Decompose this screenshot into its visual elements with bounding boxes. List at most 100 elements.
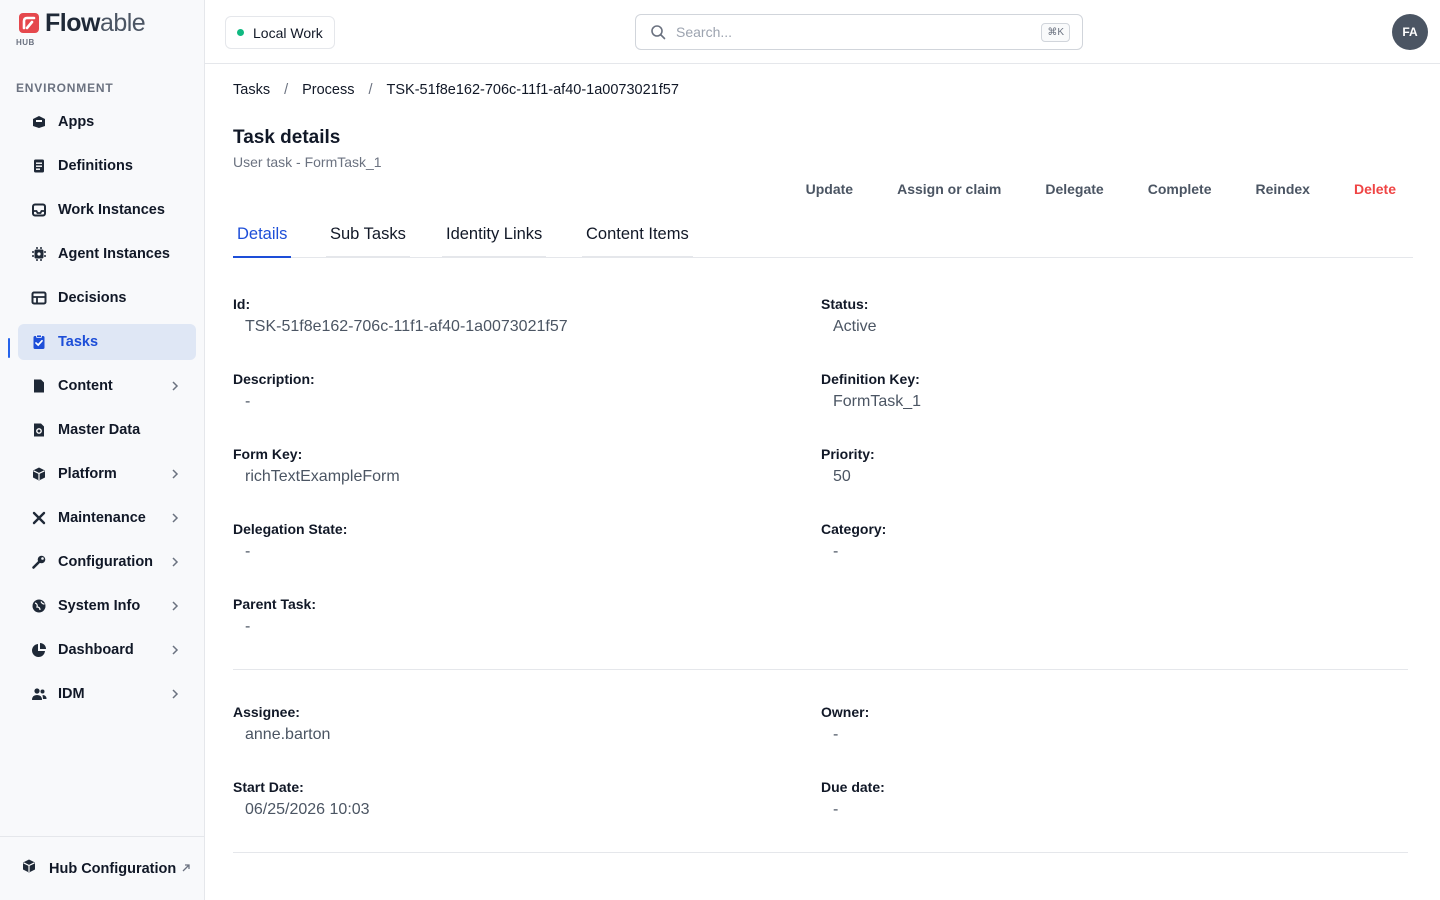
chevron-right-icon: [172, 689, 179, 699]
breadcrumb-current: TSK-51f8e162-706c-11f1-af40-1a0073021f57: [386, 82, 679, 98]
sidebar-item-label: IDM: [58, 686, 85, 702]
assign-or-claim-button[interactable]: Assign or claim: [875, 181, 1023, 197]
field-label: Due date:: [821, 779, 885, 795]
topbar: Local Work Search... ⌘K FA: [205, 0, 1440, 64]
sidebar-item-idm[interactable]: IDM: [18, 676, 196, 712]
sidebar-item-apps[interactable]: Apps: [18, 104, 196, 140]
search-icon: [651, 25, 666, 40]
brand-name: Flowable: [45, 9, 146, 38]
environment-selector[interactable]: Local Work: [225, 16, 335, 49]
tab-details[interactable]: Details: [233, 225, 292, 258]
field-definition-key: Definition Key: FormTask_1: [821, 371, 921, 411]
chevron-right-icon: [172, 557, 179, 567]
sidebar-item-label: Content: [58, 378, 113, 394]
field-label: Parent Task:: [233, 596, 316, 612]
external-link-icon: [182, 864, 190, 872]
sidebar-item-decisions[interactable]: Decisions: [18, 280, 196, 316]
sidebar-item-label: Maintenance: [58, 510, 146, 526]
breadcrumb-separator: /: [368, 82, 373, 98]
field-value: -: [245, 618, 251, 635]
hub-configuration-link[interactable]: Hub Configuration: [0, 836, 204, 900]
field-form-key: Form Key: richTextExampleForm: [233, 446, 400, 486]
field-label: Status:: [821, 296, 869, 312]
sidebar-item-label: Work Instances: [58, 202, 165, 218]
field-label: Form Key:: [233, 446, 303, 462]
field-value: -: [833, 801, 839, 818]
field-priority: Priority: 50: [821, 446, 875, 486]
tab-identity-links[interactable]: Identity Links: [442, 225, 547, 258]
sidebar-item-label: Agent Instances: [58, 246, 170, 262]
field-value: 50: [833, 468, 851, 485]
sidebar-item-configuration[interactable]: Configuration: [18, 544, 196, 580]
field-id: Id: TSK-51f8e162-706c-11f1-af40-1a007302…: [233, 296, 568, 336]
reindex-button[interactable]: Reindex: [1234, 181, 1332, 197]
wrench-icon: [31, 554, 47, 570]
environment-section-label: ENVIRONMENT: [16, 81, 114, 95]
chevron-right-icon: [172, 601, 179, 611]
search-placeholder: Search...: [676, 24, 733, 40]
sidebar-item-maintenance[interactable]: Maintenance: [18, 500, 196, 536]
status-dot-icon: [237, 29, 244, 36]
field-value: anne.barton: [245, 726, 331, 743]
brand-name-light: able: [99, 9, 146, 37]
sidebar-item-dashboard[interactable]: Dashboard: [18, 632, 196, 668]
sidebar-item-label: Master Data: [58, 422, 141, 438]
table-icon: [31, 290, 47, 306]
master-data-icon: [31, 422, 47, 438]
definitions-icon: [31, 158, 47, 174]
field-start-date: Start Date: 06/25/2026 10:03: [233, 779, 370, 819]
sidebar-item-label: Decisions: [58, 290, 127, 306]
clipboard-check-icon: [31, 334, 47, 350]
cube-icon: [21, 858, 37, 879]
search-input[interactable]: Search... ⌘K: [635, 14, 1083, 50]
field-delegation-state: Delegation State: -: [233, 521, 347, 561]
field-category: Category: -: [821, 521, 886, 561]
delegate-button[interactable]: Delegate: [1023, 181, 1125, 197]
section-divider: [233, 669, 1408, 670]
field-value: 06/25/2026 10:03: [245, 801, 370, 818]
sidebar-item-agent-instances[interactable]: Agent Instances: [18, 236, 196, 272]
sidebar-item-tasks[interactable]: Tasks: [18, 324, 196, 360]
field-value: FormTask_1: [833, 393, 922, 410]
sidebar: Flowable HUB ENVIRONMENT Apps Definition…: [0, 0, 205, 900]
chevron-right-icon: [172, 381, 179, 391]
globe-icon: [31, 598, 47, 614]
avatar[interactable]: FA: [1392, 14, 1428, 50]
section-divider: [233, 852, 1408, 853]
field-value: richTextExampleForm: [245, 468, 400, 485]
breadcrumb-process[interactable]: Process: [302, 82, 354, 98]
field-description: Description: -: [233, 371, 315, 411]
brand-name-bold: Flow: [45, 9, 100, 37]
field-label: Id:: [233, 296, 251, 312]
field-value: -: [245, 393, 251, 410]
sidebar-item-work-instances[interactable]: Work Instances: [18, 192, 196, 228]
complete-button[interactable]: Complete: [1126, 181, 1234, 197]
sidebar-item-system-info[interactable]: System Info: [18, 588, 196, 624]
field-label: Category:: [821, 521, 887, 537]
breadcrumb-separator: /: [284, 82, 289, 98]
delete-button[interactable]: Delete: [1332, 181, 1396, 197]
field-value: -: [833, 543, 839, 560]
flowable-logo[interactable]: Flowable HUB: [16, 9, 156, 50]
field-value: -: [245, 543, 251, 560]
sidebar-item-content[interactable]: Content: [18, 368, 196, 404]
chevron-right-icon: [172, 645, 179, 655]
users-icon: [31, 686, 47, 702]
sidebar-item-label: Definitions: [58, 158, 133, 174]
sidebar-item-label: Dashboard: [58, 642, 134, 658]
field-value: TSK-51f8e162-706c-11f1-af40-1a0073021f57: [245, 318, 568, 335]
update-button[interactable]: Update: [784, 181, 875, 197]
tab-sub-tasks[interactable]: Sub Tasks: [326, 225, 410, 258]
field-value: -: [833, 726, 839, 743]
field-label: Delegation State:: [233, 521, 348, 537]
tab-content-items[interactable]: Content Items: [582, 225, 693, 258]
field-due-date: Due date: -: [821, 779, 885, 819]
sidebar-item-definitions[interactable]: Definitions: [18, 148, 196, 184]
tools-icon: [31, 510, 47, 526]
sidebar-item-master-data[interactable]: Master Data: [18, 412, 196, 448]
field-status: Status: Active: [821, 296, 877, 336]
sidebar-item-platform[interactable]: Platform: [18, 456, 196, 492]
field-label: Owner:: [821, 704, 870, 720]
breadcrumb-tasks[interactable]: Tasks: [233, 82, 270, 98]
chevron-right-icon: [172, 469, 179, 479]
